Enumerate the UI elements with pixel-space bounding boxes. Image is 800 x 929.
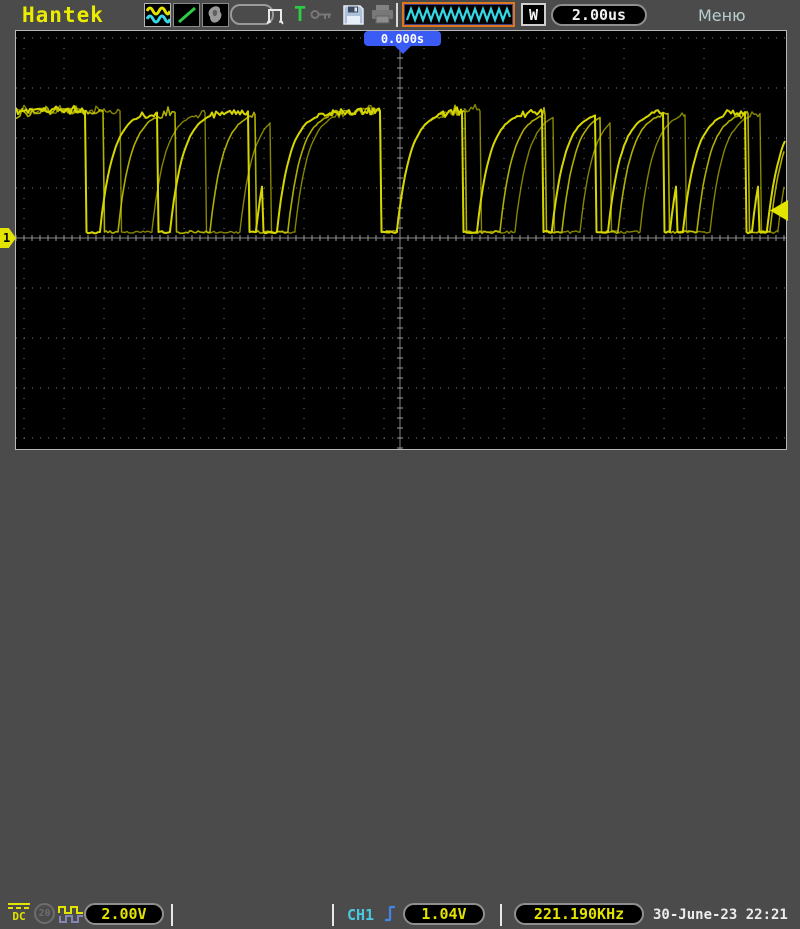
line-draw-button[interactable] (173, 3, 200, 27)
channel-waveforms-button[interactable] (144, 3, 171, 27)
rising-edge-icon (385, 905, 395, 922)
oscilloscope-screen: Hantek T W 2.00us Меню 0.000s 1 DC 20 2.… (0, 0, 800, 926)
trigger-slope-rising[interactable] (383, 903, 399, 928)
top-toolbar: Hantek T W 2.00us Меню (0, 0, 800, 30)
zigzag-wave-icon (406, 5, 511, 24)
volts-per-div-readout: 2.00V (84, 903, 164, 925)
statusbar-divider (171, 904, 173, 926)
save-button[interactable] (342, 4, 365, 26)
trigger-position-arrow-icon (395, 46, 411, 54)
invert-button[interactable] (58, 904, 84, 929)
datetime-label: 30-June-23 22:21 (653, 907, 788, 923)
coupling-dc-icon[interactable]: DC (7, 902, 31, 922)
lock-button[interactable] (310, 8, 334, 21)
brand-logo: Hantek (22, 3, 104, 27)
hand-mode-button[interactable] (202, 3, 229, 27)
print-button[interactable] (370, 4, 395, 25)
trigger-level-readout: 1.04V (403, 903, 485, 925)
bottom-status-bar: DC 20 2.00V CH1 1.04V 221.190KHz 30-June… (0, 450, 800, 926)
statusbar-divider (500, 904, 502, 926)
toolbar-divider (396, 3, 398, 27)
printer-icon (372, 5, 393, 24)
dc-dashed-line (8, 907, 30, 909)
frequency-counter-readout: 221.190KHz (514, 903, 644, 925)
dc-solid-line (8, 903, 30, 905)
statusbar-divider (332, 904, 334, 926)
square-waves-icon (58, 906, 83, 923)
trigger-source-preview[interactable] (402, 2, 515, 27)
hand-icon (208, 6, 221, 23)
timebase-readout: 2.00us (551, 4, 647, 26)
pulse-icon (266, 9, 284, 25)
key-icon (310, 10, 331, 19)
trigger-t-badge: T (294, 2, 307, 26)
waveform-plot (16, 31, 786, 449)
trigger-position-marker[interactable]: 0.000s (364, 31, 441, 46)
dual-wave-icon (145, 6, 170, 24)
floppy-disk-icon (343, 5, 364, 25)
acquire-mode-badge[interactable]: W (521, 3, 546, 26)
channel1-ground-marker[interactable]: 1 (0, 228, 16, 248)
bandwidth-limit-badge[interactable]: 20 (34, 903, 55, 924)
diagonal-line-icon (177, 6, 196, 24)
pulse-measure-button[interactable] (266, 4, 290, 26)
graticule-screen (15, 30, 787, 450)
menu-button[interactable]: Меню (698, 6, 746, 25)
coupling-label: DC (12, 910, 26, 923)
trigger-source-label: CH1 (347, 906, 375, 924)
